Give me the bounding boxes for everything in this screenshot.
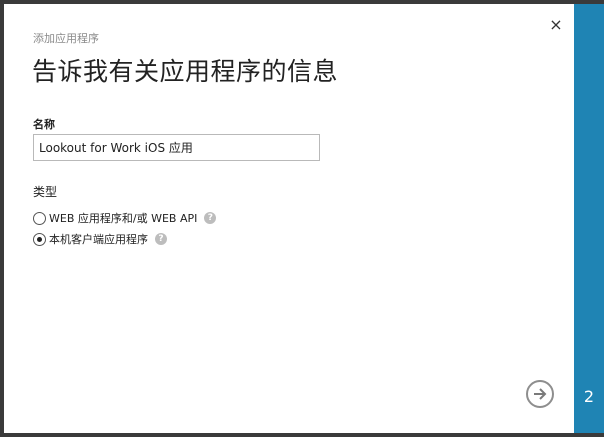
- type-option-native-client[interactable]: 本机客户端应用程序 ?: [33, 231, 167, 247]
- radio-web-app[interactable]: [33, 211, 46, 225]
- name-input[interactable]: [33, 134, 320, 161]
- dialog-title: 告诉我有关应用程序的信息: [32, 57, 339, 86]
- name-field-label: 名称: [33, 118, 55, 131]
- step-number: 2: [583, 387, 595, 406]
- type-option-native-client-label: 本机客户端应用程序: [49, 233, 148, 246]
- close-icon[interactable]: ×: [548, 16, 564, 34]
- help-icon[interactable]: ?: [155, 233, 167, 245]
- add-application-dialog: × 添加应用程序 告诉我有关应用程序的信息 名称 类型 WEB 应用程序和/或 …: [4, 4, 574, 433]
- next-button[interactable]: [526, 380, 554, 408]
- help-icon[interactable]: ?: [204, 212, 217, 224]
- type-option-web-app[interactable]: WEB 应用程序和/或 WEB API ?: [33, 210, 217, 226]
- modal-backdrop: × 添加应用程序 告诉我有关应用程序的信息 名称 类型 WEB 应用程序和/或 …: [0, 0, 604, 437]
- radio-native-client[interactable]: [33, 232, 46, 246]
- type-field-label: 类型: [33, 185, 58, 199]
- wizard-step-rail: 2: [574, 4, 604, 433]
- dialog-subtitle: 添加应用程序: [33, 32, 99, 45]
- arrow-right-icon: [534, 388, 547, 400]
- type-option-web-app-label: WEB 应用程序和/或 WEB API: [49, 212, 198, 225]
